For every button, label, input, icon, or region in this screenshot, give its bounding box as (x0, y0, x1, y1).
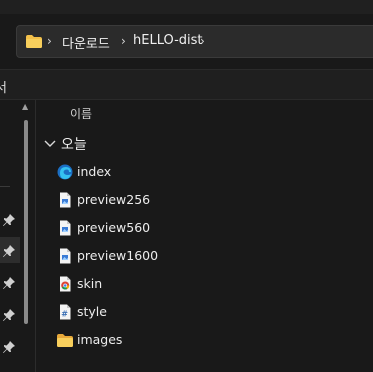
breadcrumb-hello-dist[interactable]: hELLO-dist (133, 33, 203, 48)
title-bar (0, 0, 373, 14)
file-name: index (77, 164, 112, 179)
chevron-right-icon: › (47, 34, 52, 48)
image-file-icon (60, 192, 71, 208)
pin-icon[interactable] (2, 276, 16, 290)
list-item[interactable]: # style (50, 300, 350, 324)
folder-icon (26, 35, 42, 48)
address-bar[interactable]: › 다운로드 › hELLO-dist › (16, 25, 373, 58)
list-item[interactable]: skin (50, 272, 350, 296)
file-name: images (77, 332, 123, 347)
toolbar-partial-label[interactable]: 서 (0, 77, 7, 96)
scroll-up-arrow-icon[interactable]: ▲ (22, 102, 28, 111)
pin-icon[interactable] (2, 340, 16, 354)
edge-html-icon (57, 164, 73, 180)
file-name: style (77, 304, 107, 319)
list-item[interactable]: images (50, 328, 350, 352)
file-name: preview560 (77, 220, 151, 235)
list-item[interactable]: index (50, 160, 350, 184)
file-name: preview1600 (77, 248, 159, 263)
list-item[interactable]: preview256 (50, 188, 350, 212)
chevron-right-icon[interactable]: › (121, 34, 126, 48)
folder-icon (57, 334, 73, 347)
file-explorer-window: › 다운로드 › hELLO-dist › 서 ▲ 이름 오늘 index pr… (0, 0, 373, 372)
pin-icon[interactable] (2, 213, 16, 227)
chrome-file-icon (60, 276, 71, 292)
list-item[interactable]: preview1600 (50, 244, 350, 268)
file-name: preview256 (77, 192, 151, 207)
list-item[interactable]: preview560 (50, 216, 350, 240)
nav-divider (0, 186, 10, 187)
pin-icon[interactable] (2, 308, 16, 322)
image-file-icon (60, 248, 71, 264)
nav-scrollbar-thumb[interactable] (24, 120, 28, 324)
breadcrumb-downloads[interactable]: 다운로드 (62, 33, 110, 52)
svg-text:#: # (61, 310, 68, 319)
chevron-right-icon[interactable]: › (200, 34, 205, 48)
command-bar: 서 (0, 69, 373, 100)
pin-icon[interactable] (2, 244, 16, 258)
file-name: skin (77, 276, 103, 291)
group-label: 오늘 (61, 137, 87, 153)
chevron-down-icon[interactable] (44, 139, 56, 149)
column-header-name[interactable]: 이름 (70, 105, 92, 122)
image-file-icon (60, 220, 71, 236)
navigation-pane: ▲ (0, 100, 36, 372)
css-file-icon: # (60, 304, 71, 320)
